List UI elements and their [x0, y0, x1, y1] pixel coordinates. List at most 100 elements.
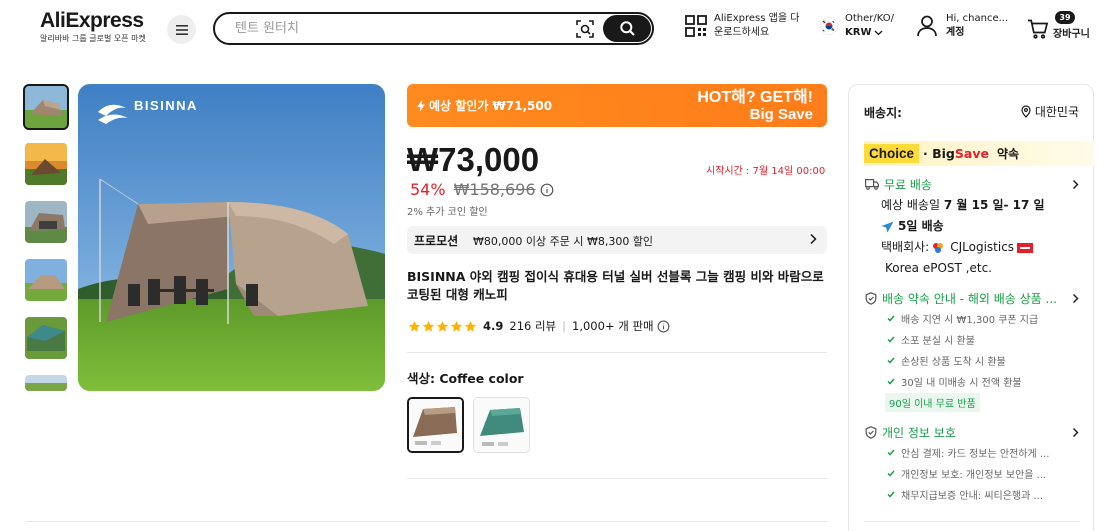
check-icon — [887, 315, 895, 322]
cart-label: 장바구니 — [1053, 29, 1090, 40]
promotion-box[interactable]: 프로모션 ₩80,000 이상 주문 시 ₩8,300 할인 — [407, 226, 827, 254]
thumbnail-1[interactable] — [23, 84, 69, 130]
rating-stars — [408, 320, 477, 333]
brand-logo-text: BISINNA — [134, 98, 198, 113]
free-shipping-text: 무료 배송 — [884, 178, 932, 192]
product-title: BISINNA 야외 캠핑 접이식 휴대용 터널 실버 선블록 그늘 캠핑 비와… — [407, 269, 824, 302]
logo-subtitle: 알리바바 그룹 글로벌 오픈 마켓 — [40, 34, 146, 43]
account-menu[interactable]: Hi, chance... 계정 — [917, 12, 1008, 40]
check-icon — [887, 491, 895, 498]
star-icon — [408, 320, 421, 332]
region-label: Other/KO/ — [845, 13, 895, 24]
qr-code-icon — [685, 15, 707, 37]
thumbnail-3[interactable] — [25, 201, 67, 243]
choice-tag: Choice — [864, 144, 920, 163]
chevron-right-icon — [1073, 180, 1079, 189]
info-icon[interactable] — [657, 320, 670, 333]
coin-discount-note: 2% 추가 코인 할인 — [407, 207, 488, 218]
image-search-button[interactable] — [573, 18, 597, 40]
sold-count: 1,000+ 개 판매 — [572, 319, 654, 333]
choice-save: Save — [954, 146, 989, 161]
promotion-text: ₩80,000 이상 주문 시 ₩8,300 할인 — [473, 235, 654, 248]
shipping-panel: 배송지: 대한민국 Choice · Big Save 약속 무료 배송 예상 … — [848, 84, 1094, 531]
search-button[interactable] — [603, 15, 651, 42]
est-delivery-prefix: 예상 배송일 — [881, 198, 944, 212]
user-icon — [917, 15, 937, 37]
privacy-item: 안심 결제: 카드 정보는 안전하게 ... — [887, 442, 1049, 463]
color-option-green[interactable] — [473, 397, 530, 453]
delivery-commitment-row[interactable]: 배송 약속 안내 - 해외 배송 상품 ... — [865, 290, 1079, 307]
discount-percent: 54% — [410, 180, 446, 199]
thumbnail-6[interactable] — [25, 375, 67, 391]
hamburger-icon — [175, 24, 188, 35]
thumbnail-2[interactable] — [25, 143, 67, 185]
camera-scan-icon — [576, 20, 594, 38]
chevron-right-icon — [1073, 294, 1079, 303]
divider — [407, 478, 827, 479]
free-return-badge: 90일 이내 무료 반품 — [885, 393, 980, 412]
korea-flag-icon — [820, 17, 838, 35]
deal-banner[interactable]: 예상 할인가 ₩71,500 HOT해? GET해! Big Save — [407, 84, 827, 127]
check-icon — [887, 336, 895, 343]
korea-post-logo-icon — [1017, 242, 1034, 253]
privacy-protection-row[interactable]: 개인 정보 보호 — [865, 424, 1079, 441]
privacy-list: 안심 결제: 카드 정보는 안전하게 ... 개인정보 보호: 개인정보 보안을… — [887, 442, 1049, 505]
divider — [407, 352, 827, 353]
delivery-days: 5일 배송 — [898, 219, 944, 233]
privacy-protection-text: 개인 정보 보호 — [882, 426, 956, 440]
ship-to-country: 대한민국 — [1034, 105, 1079, 119]
check-icon — [887, 357, 895, 364]
original-price: ₩158,696 — [453, 180, 536, 199]
lightning-icon — [417, 99, 425, 112]
star-icon — [464, 320, 477, 332]
region-currency-selector[interactable]: Other/KO/ KRW — [820, 12, 894, 40]
color-option-coffee[interactable] — [407, 397, 464, 453]
divider — [25, 521, 827, 522]
cart-count-badge: 39 — [1055, 11, 1075, 24]
aliexpress-logo[interactable]: AliExpress 알리바바 그룹 글로벌 오픈 마켓 — [40, 9, 152, 44]
app-download-link[interactable]: AliExpress 앱을 다 운로드하세요 — [685, 12, 799, 40]
check-icon — [887, 470, 895, 477]
carrier-prefix: 택배회사: — [881, 240, 930, 254]
free-shipping-row[interactable]: 무료 배송 — [865, 176, 1079, 193]
commitment-item: 30일 내 미배송 시 전액 환불 — [887, 371, 1038, 392]
current-price: ₩73,000 — [407, 141, 540, 178]
thumbnail-4[interactable] — [25, 259, 67, 301]
ship-to-location[interactable]: 대한민국 — [1021, 103, 1079, 120]
truck-icon — [865, 179, 879, 190]
account-greeting: Hi, chance... — [946, 13, 1009, 24]
separator: | — [562, 319, 567, 333]
check-icon — [887, 378, 895, 385]
location-pin-icon — [1021, 105, 1031, 118]
expected-discount-text: 예상 할인가 ₩71,500 — [429, 99, 553, 113]
choice-banner: Choice · Big Save 약속 — [864, 141, 1094, 166]
delivery-commitment-text: 배송 약속 안내 - 해외 배송 상품 ... — [882, 292, 1057, 306]
shield-icon — [865, 426, 877, 439]
privacy-item: 채무지급보증 안내: 씨티은행과 ... — [887, 484, 1049, 505]
airplane-icon — [881, 221, 894, 232]
cj-logo-icon — [933, 242, 944, 253]
currency-label: KRW — [845, 27, 872, 38]
commitment-item: 소포 분실 시 환불 — [887, 329, 1038, 350]
commitment-item: 손상된 상품 도착 시 환불 — [887, 350, 1038, 371]
rating-score: 4.9 — [483, 319, 504, 333]
free-return-row: 90일 이내 무료 반품 — [885, 392, 1038, 413]
search-input[interactable] — [235, 19, 565, 38]
shipping-detail: 예상 배송일 7 월 15 일- 17 일 5일 배송 택배회사: CJLogi… — [881, 195, 1045, 279]
app-download-line1: AliExpress 앱을 다 — [714, 13, 800, 24]
promotion-tag: 프로모션 — [414, 234, 459, 248]
discount-row: 54% ₩158,696 — [410, 180, 554, 199]
chevron-right-icon — [1073, 428, 1079, 437]
star-icon — [436, 320, 449, 332]
commitment-item: 배송 지연 시 ₩1,300 쿠폰 지급 — [887, 308, 1038, 329]
big-save-text: Big Save — [749, 106, 813, 123]
main-product-image[interactable]: BISINNA — [78, 84, 385, 391]
app-download-line2: 운로드하세요 — [714, 27, 770, 38]
carrier-name-1: CJLogistics — [950, 240, 1015, 254]
check-icon — [887, 449, 895, 456]
info-icon[interactable] — [540, 183, 554, 197]
thumbnail-5[interactable] — [25, 317, 67, 359]
search-icon — [619, 21, 635, 36]
review-count[interactable]: 216 리뷰 — [509, 318, 556, 334]
menu-button[interactable] — [167, 15, 196, 44]
